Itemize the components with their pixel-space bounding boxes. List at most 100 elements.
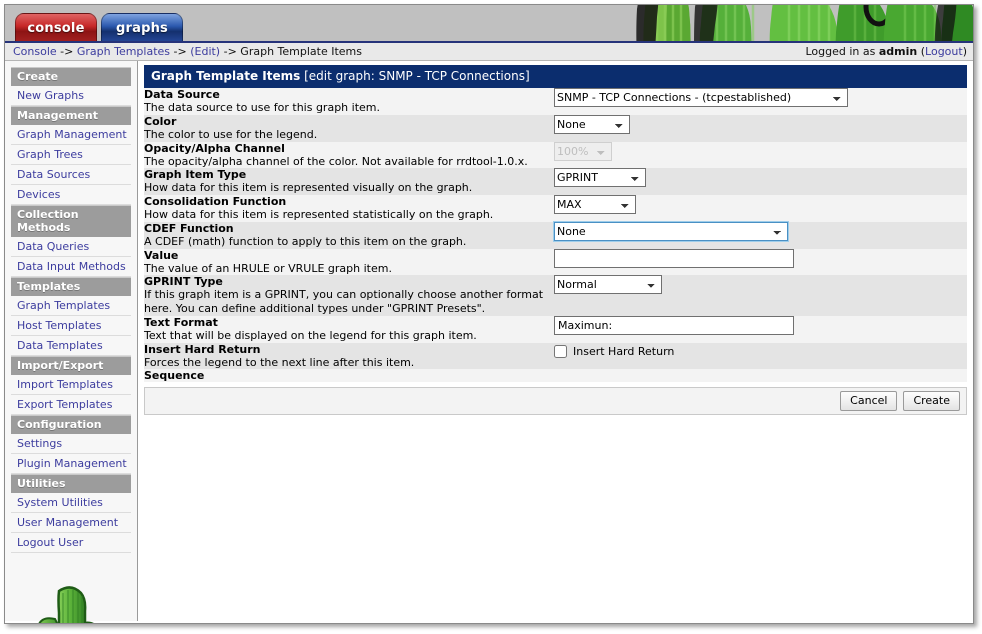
consolidation-function-select[interactable]: MAX <box>554 195 636 214</box>
breadcrumb-item-console[interactable]: Console <box>13 45 57 58</box>
sidebar-group-import-export: Import/Export <box>11 356 131 375</box>
sidebar-group-utilities: Utilities <box>11 474 131 493</box>
sidebar-item-export-templates[interactable]: Export Templates <box>11 395 131 415</box>
tab-graphs[interactable]: graphs <box>101 13 183 41</box>
page-body: Create New Graphs Management Graph Manageme… <box>5 61 973 623</box>
sidebar-group-configuration: Configuration <box>11 415 131 434</box>
sidebar-item-import-templates[interactable]: Import Templates <box>11 375 131 395</box>
field-desc-text-format: Text that will be displayed on the legen… <box>144 328 477 342</box>
form-control-cell-graph-item-type: GPRINT <box>554 168 967 195</box>
field-title-color: Color <box>144 114 177 128</box>
field-title-cdef-function: CDEF Function <box>144 221 234 235</box>
top-tab-bar: console graphs <box>5 5 973 43</box>
form-row-cdef-function: CDEF Function A CDEF (math) function to a… <box>144 220 967 249</box>
form-row-gprint-type: GPRINT Type If this graph item is a GPRIN… <box>144 275 967 316</box>
page-subtitle: [edit graph: SNMP - TCP Connections] <box>304 69 530 83</box>
tab-console-label: console <box>27 21 85 36</box>
color-select[interactable]: None <box>554 114 630 134</box>
form-label-cell-text-format: Text Format Text that will be displayed o… <box>144 315 554 343</box>
field-desc-consolidation-function: How data for this item is represented st… <box>144 208 494 221</box>
panel-header: Graph Template Items [edit graph: SNMP -… <box>144 65 967 88</box>
screenshot-root: console graphs Console -> Graph Template… <box>0 0 982 634</box>
main-content: Graph Template Items [edit graph: SNMP -… <box>138 61 973 621</box>
field-title-text-format: Text Format <box>144 315 218 329</box>
logout-open-paren: ( <box>917 45 926 58</box>
gprint-type-select[interactable]: Normal <box>554 275 662 295</box>
form-label-cell-data-source: Data Source The data source to use for th… <box>144 88 554 115</box>
sidebar-item-logout-user[interactable]: Logout User <box>11 533 131 553</box>
form-row-insert-hard-return: Insert Hard Return Forces the legend to t… <box>144 342 967 370</box>
sidebar-item-graph-trees[interactable]: Graph Trees <box>11 145 131 165</box>
logout-link[interactable]: Logout <box>925 45 963 58</box>
sidebar-item-devices[interactable]: Devices <box>11 185 131 205</box>
form-control-cell-color: None <box>554 114 967 142</box>
sidebar-group-management: Management <box>11 106 131 125</box>
form-label-cell-consolidation-function: Consolidation Function How data for this … <box>144 195 554 222</box>
breadcrumb-sep-1: -> <box>56 45 77 58</box>
form-label-cell-insert-hard-return: Insert Hard Return Forces the legend to t… <box>144 342 554 370</box>
main-tabs: console graphs <box>15 13 183 41</box>
form-label-cell-cdef-function: CDEF Function A CDEF (math) function to a… <box>144 221 554 249</box>
breadcrumb-sep-2: -> <box>170 45 191 58</box>
breadcrumb-sep-3: -> <box>220 45 241 58</box>
page-title: Graph Template Items <box>151 69 301 83</box>
sidebar: Create New Graphs Management Graph Manageme… <box>5 61 138 623</box>
sidebar-group-collection-methods: Collection Methods <box>11 205 131 237</box>
form-control-cell-opacity: 100% <box>554 141 967 169</box>
form-row-consolidation-function: Consolidation Function How data for this … <box>144 195 967 222</box>
sidebar-item-system-utilities[interactable]: System Utilities <box>11 493 131 513</box>
opacity-select: 100% <box>554 141 612 161</box>
cactus-logo-wrap <box>11 575 131 623</box>
sidebar-item-new-graphs[interactable]: New Graphs <box>11 86 131 106</box>
cancel-button[interactable]: Cancel <box>840 391 898 412</box>
insert-hard-return-row: Insert Hard Return <box>554 343 967 358</box>
form-control-cell-insert-hard-return: Insert Hard Return <box>554 342 967 370</box>
form-label-cell-opacity: Opacity/Alpha Channel The opacity/alpha c… <box>144 141 554 169</box>
session-info: Logged in as admin (Logout) <box>805 45 967 58</box>
data-source-select[interactable]: SNMP - TCP Connections - (tcpestablished… <box>554 88 848 107</box>
breadcrumb-item-current: Graph Template Items <box>240 45 362 58</box>
text-format-input[interactable] <box>554 315 794 335</box>
tab-console[interactable]: console <box>15 13 97 41</box>
browser-window: console graphs Console -> Graph Template… <box>4 4 974 624</box>
sidebar-item-data-queries[interactable]: Data Queries <box>11 237 131 257</box>
sidebar-item-user-management[interactable]: User Management <box>11 513 131 533</box>
form-control-cell-sequence <box>554 369 967 383</box>
cactus-logo <box>38 586 94 623</box>
breadcrumb-item-edit[interactable]: (Edit) <box>190 45 220 58</box>
create-button[interactable]: Create <box>903 391 960 412</box>
field-desc-color: The color to use for the legend. <box>144 127 318 141</box>
sidebar-item-host-templates[interactable]: Host Templates <box>11 316 131 336</box>
form-row-color: Color The color to use for the legend. Non… <box>144 114 967 142</box>
breadcrumb: Console -> Graph Templates -> (Edit) -> … <box>13 45 805 58</box>
graph-item-type-select[interactable]: GPRINT <box>554 168 646 188</box>
sidebar-item-data-input-methods[interactable]: Data Input Methods <box>11 257 131 277</box>
form-control-cell-data-source: SNMP - TCP Connections - (tcpestablished… <box>554 88 967 115</box>
value-input[interactable] <box>554 248 794 268</box>
insert-hard-return-checkbox[interactable] <box>554 344 567 358</box>
field-desc-insert-hard-return: Forces the legend to the next line after… <box>144 355 415 369</box>
sidebar-item-graph-management[interactable]: Graph Management <box>11 125 131 145</box>
form-control-cell-text-format <box>554 315 967 343</box>
sidebar-item-graph-templates[interactable]: Graph Templates <box>11 296 131 316</box>
cdef-function-select[interactable]: None <box>553 220 789 242</box>
breadcrumb-item-graph-templates[interactable]: Graph Templates <box>77 45 170 58</box>
form-row-opacity: Opacity/Alpha Channel The opacity/alpha c… <box>144 141 967 169</box>
field-desc-value: The value of an HRULE or VRULE graph ite… <box>144 261 392 275</box>
sidebar-item-settings[interactable]: Settings <box>11 434 131 454</box>
logout-close-paren: ) <box>962 45 967 58</box>
sidebar-item-data-templates[interactable]: Data Templates <box>11 336 131 356</box>
form-control-cell-value <box>554 248 967 276</box>
field-desc-opacity: The opacity/alpha channel of the color. … <box>144 154 528 168</box>
form-label-cell-graph-item-type: Graph Item Type How data for this item is… <box>144 168 554 195</box>
form-row-data-source: Data Source The data source to use for th… <box>144 88 967 115</box>
logged-in-prefix: Logged in as <box>805 45 879 58</box>
insert-hard-return-checkbox-label: Insert Hard Return <box>573 344 675 358</box>
form-row-value: Value The value of an HRULE or VRULE grap… <box>144 248 967 276</box>
field-desc-data-source: The data source to use for this graph it… <box>144 101 380 114</box>
field-title-sequence: Sequence <box>144 369 205 383</box>
sidebar-item-plugin-management[interactable]: Plugin Management <box>11 454 131 474</box>
field-title-graph-item-type: Graph Item Type <box>144 168 247 182</box>
sidebar-item-data-sources[interactable]: Data Sources <box>11 165 131 185</box>
field-title-consolidation-function: Consolidation Function <box>144 195 287 208</box>
